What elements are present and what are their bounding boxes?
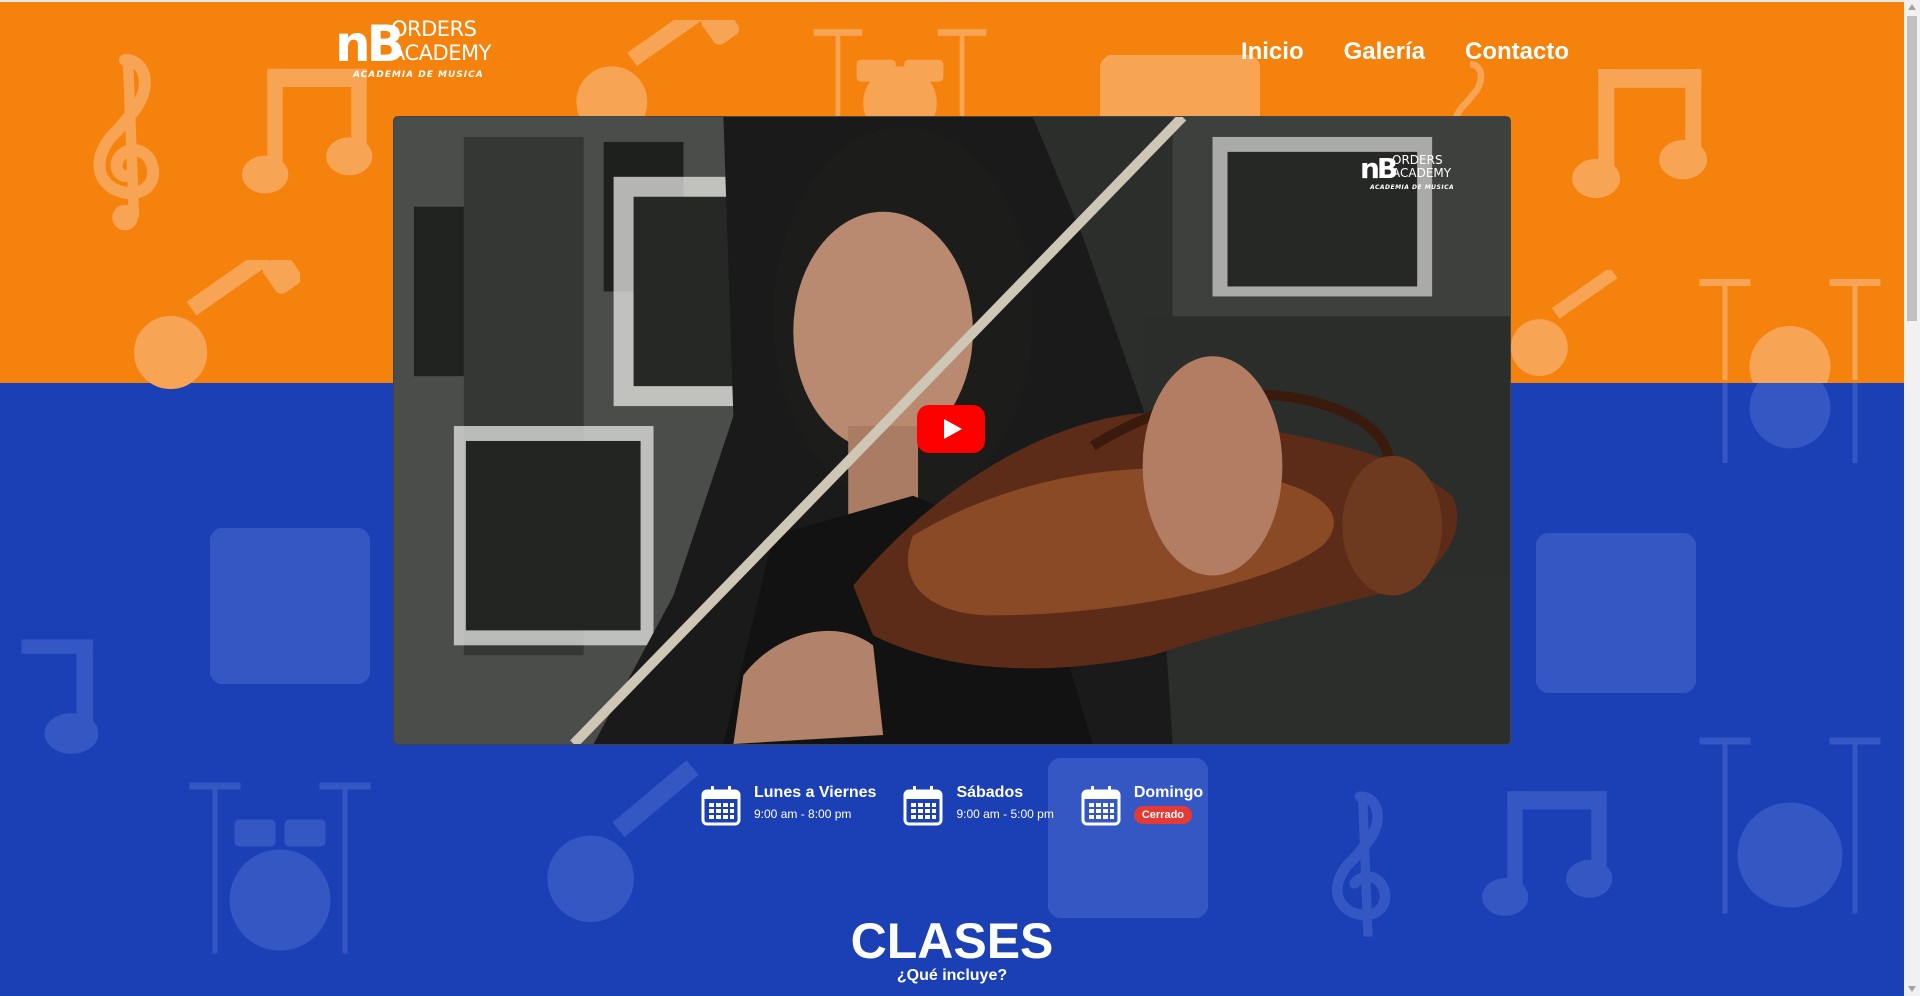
vertical-scrollbar[interactable] (1904, 0, 1920, 996)
calendar-icon (902, 785, 944, 827)
closed-badge: Cerrado (1133, 806, 1193, 824)
hours-day-label: Lunes a Viernes (754, 784, 877, 801)
hours-sunday-text: Domingo Cerrado (1133, 783, 1204, 824)
brand-logo[interactable]: nB ORDERS ACADEMY ACADEMIA DE MUSICA (335, 16, 515, 84)
nav-link-inicio[interactable]: Inicio (1241, 38, 1304, 66)
scrollbar-thumb[interactable] (1907, 16, 1917, 321)
window-top-border (0, 0, 1920, 2)
watermark-tagline: ACADEMIA DE MUSICA (1370, 184, 1455, 191)
logo-line-1: ORDERS (391, 17, 477, 41)
hours-weekdays-text: Lunes a Viernes 9:00 am - 8:00 pm (754, 783, 876, 823)
main-nav: Inicio Galería Contacto (1241, 38, 1569, 66)
nav-link-contacto[interactable]: Contacto (1465, 38, 1569, 66)
hours-day-label: Sábados (956, 784, 1024, 801)
section-title: CLASES (850, 913, 1054, 969)
logo-line-2: ACADEMY (391, 41, 491, 65)
page: nB ORDERS ACADEMY ACADEMIA DE MUSICA Ini… (0, 0, 1904, 996)
hours-saturday-text: Sábados 9:00 am - 5:00 pm (956, 783, 1053, 823)
watermark-mark: nB (1360, 152, 1398, 185)
hours-day-label: Domingo (1133, 784, 1204, 801)
hours-weekdays: Lunes a Viernes 9:00 am - 8:00 pm (700, 783, 876, 827)
site-header: nB ORDERS ACADEMY ACADEMIA DE MUSICA Ini… (0, 0, 1904, 110)
hours-saturday: Sábados 9:00 am - 5:00 pm (902, 783, 1054, 827)
calendar-icon (1080, 785, 1122, 827)
video-embed[interactable]: nB ORDERS ACADEMY ACADEMIA DE MUSICA (393, 116, 1511, 745)
hours-time-label: 9:00 am - 5:00 pm (956, 807, 1054, 821)
scroll-down-arrow-icon[interactable] (1908, 986, 1916, 992)
hours-sunday: Domingo Cerrado (1080, 783, 1203, 827)
watermark-line-2: ACADEMY (1392, 166, 1452, 180)
opening-hours: Lunes a Viernes 9:00 am - 8:00 pm Sábado… (700, 783, 1203, 827)
video-watermark-logo: nB ORDERS ACADEMY ACADEMIA DE MUSICA (1360, 153, 1470, 193)
hours-time-label: 9:00 am - 8:00 pm (754, 807, 852, 821)
logo-tagline: ACADEMIA DE MUSICA (353, 70, 484, 80)
section-subtitle: ¿Qué incluye? (896, 967, 1008, 984)
scroll-up-arrow-icon[interactable] (1908, 4, 1916, 10)
calendar-icon (700, 785, 742, 827)
youtube-play-icon[interactable] (917, 405, 985, 453)
nav-link-galeria[interactable]: Galería (1344, 38, 1425, 66)
